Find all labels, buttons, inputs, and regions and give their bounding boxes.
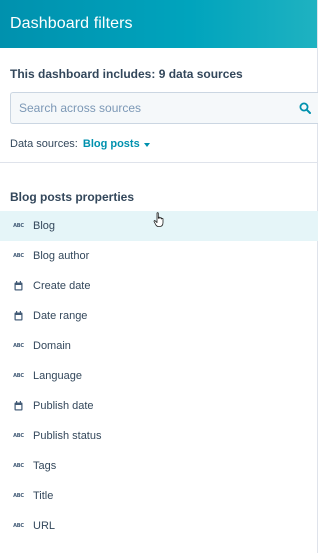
property-label: Blog: [33, 220, 56, 232]
property-item-blog-author[interactable]: ABC Blog author: [0, 241, 318, 271]
data-sources-row: Data sources: Blog posts: [10, 138, 150, 150]
text-property-icon: ABC: [13, 493, 24, 499]
property-item-tags[interactable]: ABC Tags: [0, 451, 318, 481]
property-item-url[interactable]: ABC URL: [0, 511, 318, 541]
search-box[interactable]: [10, 92, 318, 124]
property-list: ABC Blog ABC Blog author Create date Dat…: [0, 211, 318, 541]
property-label: Domain: [33, 340, 71, 352]
data-sources-summary: This dashboard includes: 9 data sources: [10, 67, 243, 81]
text-property-icon: ABC: [13, 223, 24, 229]
text-property-icon: ABC: [13, 463, 24, 469]
data-sources-label: Data sources:: [10, 138, 78, 150]
hand-cursor-icon: [153, 212, 164, 227]
chevron-down-icon: [143, 142, 150, 147]
text-property-icon: ABC: [13, 433, 24, 439]
data-sources-dropdown[interactable]: Blog posts: [83, 138, 150, 150]
property-item-language[interactable]: ABC Language: [0, 361, 318, 391]
property-label: Publish date: [33, 400, 94, 412]
search-icon[interactable]: [294, 97, 316, 119]
property-item-title[interactable]: ABC Title: [0, 481, 318, 511]
calendar-icon: [13, 281, 24, 292]
calendar-icon: [13, 311, 24, 322]
property-label: Tags: [33, 460, 57, 472]
text-property-icon: ABC: [13, 523, 24, 529]
property-label: Blog author: [33, 250, 90, 262]
property-item-date-range[interactable]: Date range: [0, 301, 318, 331]
property-item-publish-date[interactable]: Publish date: [0, 391, 318, 421]
panel-title: Dashboard filters: [10, 15, 133, 32]
text-property-icon: ABC: [13, 373, 24, 379]
property-label: Publish status: [33, 430, 102, 442]
dashboard-filters-panel: Dashboard filters This dashboard include…: [0, 0, 318, 553]
text-property-icon: ABC: [13, 253, 24, 259]
panel-header: Dashboard filters: [0, 0, 317, 48]
property-item-publish-status[interactable]: ABC Publish status: [0, 421, 318, 451]
property-label: Title: [33, 490, 54, 502]
property-label: URL: [33, 520, 56, 532]
property-label: Language: [33, 370, 82, 382]
property-item-domain[interactable]: ABC Domain: [0, 331, 318, 361]
property-label: Create date: [33, 280, 91, 292]
property-label: Date range: [33, 310, 88, 322]
property-item-create-date[interactable]: Create date: [0, 271, 318, 301]
section-title: Blog posts properties: [10, 190, 135, 204]
search-input[interactable]: [11, 93, 294, 123]
data-sources-selected: Blog posts: [82, 138, 140, 150]
divider: [0, 162, 318, 163]
text-property-icon: ABC: [13, 343, 24, 349]
calendar-icon: [13, 401, 24, 412]
